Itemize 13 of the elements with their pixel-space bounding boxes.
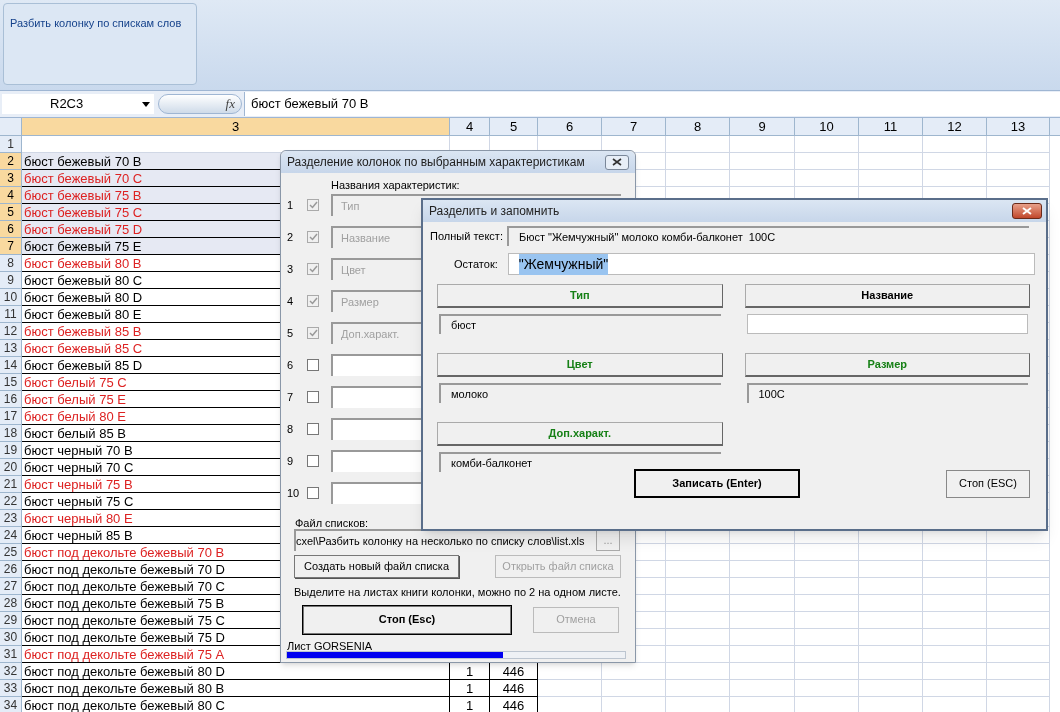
row-number: 4 [287, 293, 295, 309]
table-cell: бюст под декольте бежевый 80 C [22, 697, 450, 712]
table-cell: 1 [450, 697, 490, 712]
field-label: Остаток: [454, 256, 498, 272]
row-number: 7 [287, 389, 295, 405]
table-cell: 1 [450, 680, 490, 697]
field-label: Файл списков: [295, 516, 370, 529]
table-cell: бюст под декольте бежевый 80 B [22, 680, 450, 697]
selected-text: "Жемчужный" [518, 253, 609, 275]
row-number: 5 [287, 325, 295, 341]
table-cell: 446 [490, 680, 538, 697]
table-cell: 446 [490, 697, 538, 712]
row-number: 6 [287, 357, 295, 373]
